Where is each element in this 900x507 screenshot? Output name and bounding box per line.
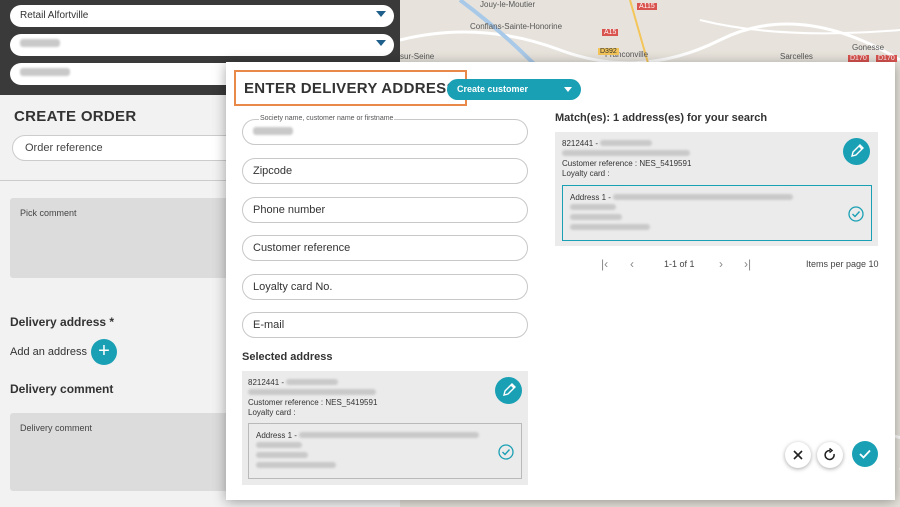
redacted-value bbox=[256, 462, 336, 468]
customer-id: 8212441 - bbox=[248, 378, 285, 387]
redacted-value bbox=[570, 214, 622, 220]
society-name-label: Society name, customer name or firstname bbox=[259, 115, 395, 122]
customer-email-line bbox=[562, 149, 691, 159]
loyalty-card-field[interactable]: Loyalty card No. bbox=[242, 274, 528, 300]
redacted-value bbox=[613, 194, 794, 200]
map-road-label: D170 bbox=[848, 55, 869, 62]
secondary-select[interactable] bbox=[10, 34, 394, 56]
map-road-label: A115 bbox=[637, 3, 657, 10]
selected-address-heading: Selected address bbox=[242, 351, 333, 363]
close-button[interactable] bbox=[785, 442, 811, 468]
map-label: Conflans-Sainte-Honorine bbox=[470, 22, 563, 31]
loyalty-card: Loyalty card : bbox=[248, 408, 296, 417]
customer-email-line bbox=[248, 388, 377, 398]
match-address-box[interactable]: Address 1 - bbox=[562, 185, 872, 241]
pencil-icon bbox=[851, 144, 864, 157]
store-select-value: Retail Alfortville bbox=[20, 10, 89, 21]
edit-selected-address-button[interactable] bbox=[495, 377, 522, 404]
selected-address-box[interactable]: Address 1 - bbox=[248, 423, 522, 479]
loyalty-card: Loyalty card : bbox=[562, 169, 610, 178]
address-line: Address 1 - bbox=[570, 193, 794, 203]
redacted-value bbox=[562, 150, 690, 156]
caret-down-icon bbox=[564, 87, 572, 92]
phone-field[interactable]: Phone number bbox=[242, 197, 528, 223]
map-label: Jouy-le-Moutier bbox=[480, 0, 536, 9]
address-line bbox=[256, 441, 479, 451]
map-road-label: D392 bbox=[598, 48, 619, 55]
chevron-down-icon bbox=[376, 40, 386, 46]
delivery-address-heading: Delivery address * bbox=[10, 315, 115, 329]
customer-id-line: 8212441 - bbox=[248, 378, 377, 388]
redacted-value bbox=[299, 432, 480, 438]
matches-heading: Match(es): 1 address(es) for your search bbox=[555, 112, 768, 124]
customer-reference: Customer reference : NES_5419591 bbox=[248, 398, 378, 407]
previous-page-icon[interactable]: ‹ bbox=[630, 257, 634, 271]
map-label: Gonesse bbox=[852, 43, 885, 52]
customer-reference-field[interactable]: Customer reference bbox=[242, 235, 528, 261]
redacted-value bbox=[570, 224, 650, 230]
add-address-button[interactable]: + bbox=[91, 339, 117, 365]
address-line bbox=[570, 213, 793, 223]
modal-title: ENTER DELIVERY ADDRESS bbox=[234, 70, 467, 106]
address-line bbox=[256, 451, 479, 461]
check-icon bbox=[859, 449, 871, 459]
address-line bbox=[256, 461, 479, 471]
redacted-value bbox=[570, 204, 616, 210]
map-road-label: D170 bbox=[876, 55, 897, 62]
address-line bbox=[570, 203, 793, 213]
check-circle-icon bbox=[848, 206, 864, 222]
check-circle-icon bbox=[498, 444, 514, 460]
page-title: CREATE ORDER bbox=[14, 108, 137, 125]
first-page-icon[interactable]: |‹ bbox=[601, 257, 608, 271]
redacted-value bbox=[256, 442, 302, 448]
pagination-range: 1-1 of 1 bbox=[664, 259, 695, 269]
confirm-button[interactable] bbox=[852, 441, 878, 467]
create-customer-label: Create customer bbox=[457, 84, 529, 94]
reset-button[interactable] bbox=[817, 442, 843, 468]
address-label: Address 1 - bbox=[570, 193, 611, 202]
items-per-page[interactable]: Items per page 10 bbox=[806, 259, 879, 269]
map-label: Sarcelles bbox=[780, 52, 813, 61]
redacted-value bbox=[256, 452, 308, 458]
redacted-value bbox=[600, 140, 653, 146]
address-line bbox=[570, 223, 793, 233]
redacted-value bbox=[253, 127, 293, 135]
society-name-field[interactable]: Society name, customer name or firstname bbox=[242, 115, 528, 145]
refresh-icon bbox=[824, 447, 835, 461]
redacted-value bbox=[20, 68, 70, 76]
chevron-down-icon bbox=[376, 11, 386, 17]
customer-id: 8212441 - bbox=[562, 139, 599, 148]
next-page-icon[interactable]: › bbox=[719, 257, 723, 271]
store-select[interactable]: Retail Alfortville bbox=[10, 5, 394, 27]
redacted-value bbox=[20, 39, 60, 47]
redacted-value bbox=[286, 379, 339, 385]
create-customer-button[interactable]: Create customer bbox=[447, 79, 581, 100]
address-label: Address 1 - bbox=[256, 431, 297, 440]
email-field[interactable]: E-mail bbox=[242, 312, 528, 338]
zipcode-field[interactable]: Zipcode bbox=[242, 158, 528, 184]
delivery-address-modal: ENTER DELIVERY ADDRESS Create customer S… bbox=[226, 62, 895, 500]
address-line: Address 1 - bbox=[256, 431, 480, 441]
delivery-comment-heading: Delivery comment bbox=[10, 382, 114, 396]
customer-id-line: 8212441 - bbox=[562, 139, 691, 149]
close-icon bbox=[793, 450, 803, 460]
last-page-icon[interactable]: ›| bbox=[744, 257, 751, 271]
pencil-icon bbox=[503, 383, 516, 396]
edit-match-button[interactable] bbox=[843, 138, 870, 165]
customer-reference: Customer reference : NES_5419591 bbox=[562, 159, 692, 168]
redacted-value bbox=[248, 389, 376, 395]
map-road-label: A15 bbox=[602, 29, 619, 36]
add-address-label: Add an address bbox=[10, 346, 88, 358]
map-label: sur-Seine bbox=[400, 52, 435, 61]
selected-address-card: 8212441 - Customer reference : NES_54195… bbox=[242, 371, 528, 485]
match-card: 8212441 - Customer reference : NES_54195… bbox=[555, 132, 878, 246]
